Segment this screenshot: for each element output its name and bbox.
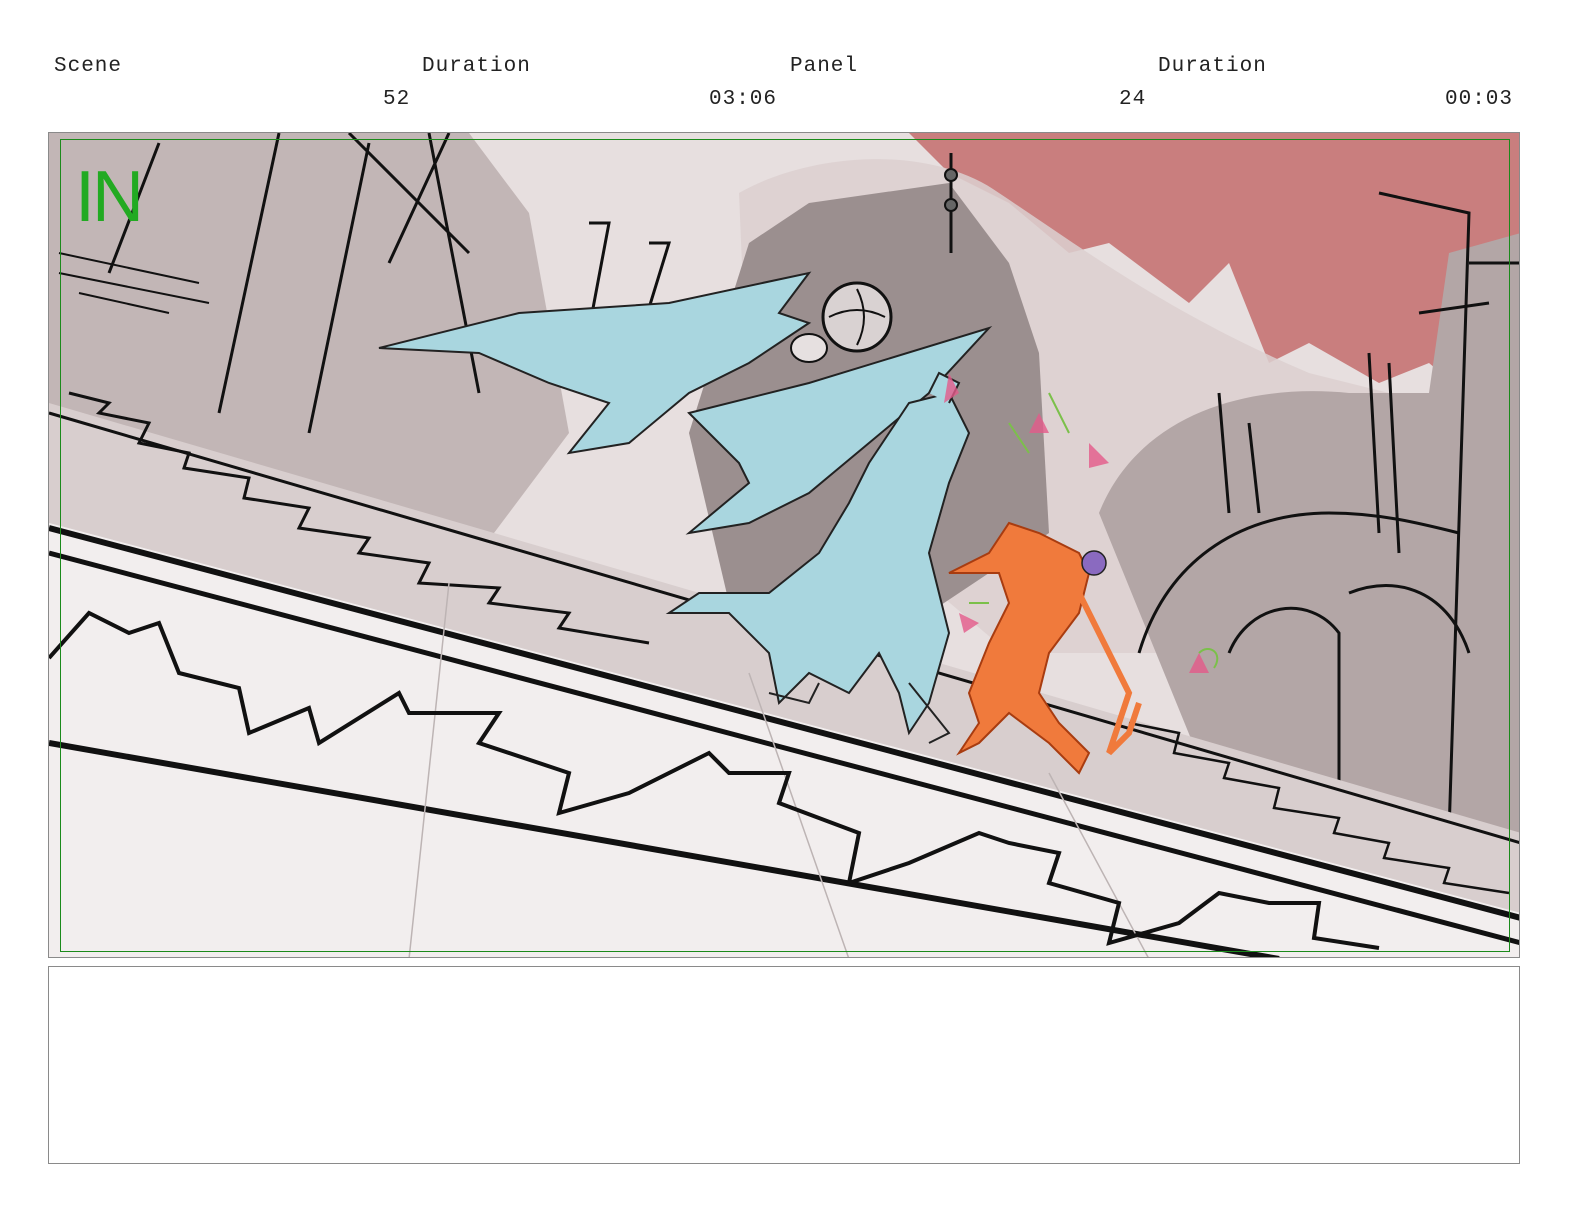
notes-text (49, 967, 1519, 987)
panel-number: 24 (1119, 88, 1147, 111)
panel-artwork (49, 133, 1519, 957)
transition-in-label: IN (75, 157, 144, 237)
scene-label: Scene (54, 55, 123, 78)
scene-duration-label: Duration (422, 55, 531, 78)
storyboard-panel: IN (48, 132, 1520, 958)
notes-box[interactable] (48, 966, 1520, 1164)
scene-duration-value: 03:06 (709, 88, 778, 111)
scene-number: 52 (383, 88, 411, 111)
panel-duration-label: Duration (1158, 55, 1267, 78)
panel-duration-value: 00:03 (1445, 88, 1514, 111)
rose-window (821, 281, 893, 353)
panel-label: Panel (790, 55, 859, 78)
